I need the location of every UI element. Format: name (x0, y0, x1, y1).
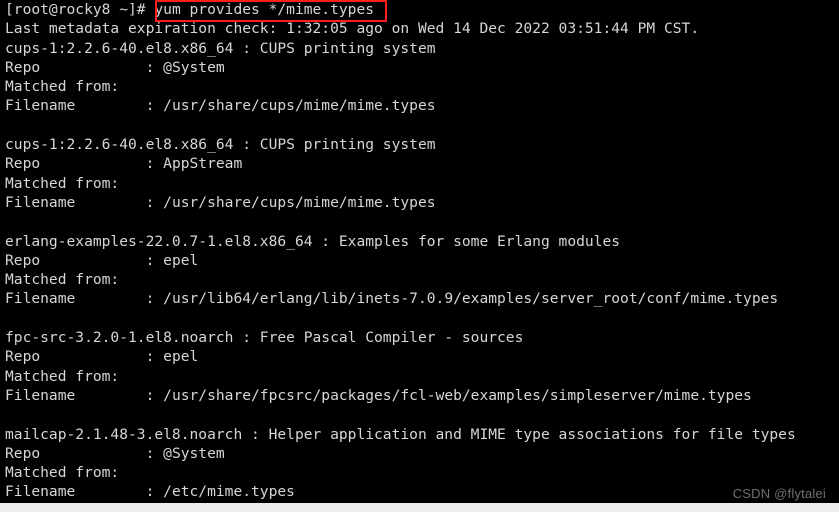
filename-value: /usr/share/cups/mime/mime.types (163, 97, 436, 115)
package-repo-line: Repo : epel (0, 251, 839, 270)
filename-label: Filename : (5, 193, 164, 211)
package-filename-line: Filename : /usr/lib64/erlang/lib/inets-7… (0, 289, 839, 308)
package-filename-line: Filename : /usr/share/cups/mime/mime.typ… (0, 193, 839, 212)
repo-label: Repo : (5, 251, 164, 269)
repo-value: @System (163, 58, 225, 76)
package-header: cups-1:2.2.6-40.el8.x86_64 : CUPS printi… (5, 39, 436, 57)
repo-value: @System (163, 444, 225, 462)
package-header: cups-1:2.2.6-40.el8.x86_64 : CUPS printi… (5, 136, 436, 154)
filename-value: /usr/share/fpcsrc/packages/fcl-web/examp… (163, 386, 752, 404)
package-repo-line: Repo : @System (0, 58, 839, 77)
filename-value: /etc/mime.types (163, 483, 295, 501)
filename-label: Filename : (5, 386, 164, 404)
filename-value: /usr/share/cups/mime/mime.types (163, 193, 436, 211)
package-filename-line: Filename : /etc/mime.types (0, 482, 839, 501)
terminal-window[interactable]: [root@rocky8 ~]# yum provides */mime.typ… (0, 0, 839, 503)
package-repo-line: Repo : AppStream (0, 154, 839, 173)
package-repo-line: Repo : epel (0, 347, 839, 366)
package-repo-line: Repo : @System (0, 444, 839, 463)
shell-prompt: [root@rocky8 ~]# (5, 1, 155, 18)
matched-from-label: Matched from: (5, 271, 120, 289)
repo-label: Repo : (5, 444, 164, 462)
filename-label: Filename : (5, 483, 164, 501)
repo-value: AppStream (163, 155, 243, 173)
package-filename-line: Filename : /usr/share/cups/mime/mime.typ… (0, 96, 839, 115)
matched-from-label: Matched from: (5, 367, 120, 385)
package-filename-line: Filename : /usr/share/fpcsrc/packages/fc… (0, 386, 839, 405)
matched-from-label: Matched from: (5, 174, 120, 192)
filename-label: Filename : (5, 290, 164, 308)
repo-label: Repo : (5, 155, 164, 173)
typed-command[interactable]: yum provides */mime.types (154, 1, 374, 18)
repo-label: Repo : (5, 58, 164, 76)
repo-label: Repo : (5, 348, 164, 366)
terminal-screenshot: [root@rocky8 ~]# yum provides */mime.typ… (0, 0, 839, 512)
package-header: fpc-src-3.2.0-1.el8.noarch : Free Pascal… (5, 329, 524, 347)
filename-value: /usr/lib64/erlang/lib/inets-7.0.9/exampl… (163, 290, 779, 308)
package-header: mailcap-2.1.48-3.el8.noarch : Helper app… (5, 425, 796, 443)
bottom-strip (0, 503, 839, 512)
prompt-line: [root@rocky8 ~]# yum provides */mime.typ… (0, 0, 839, 22)
metadata-status-line: Last metadata expiration check: 1:32:05 … (5, 20, 700, 38)
filename-label: Filename : (5, 97, 164, 115)
matched-from-label: Matched from: (5, 464, 120, 482)
matched-from-label: Matched from: (5, 78, 120, 96)
csdn-watermark: CSDN @flytalei (732, 486, 826, 501)
repo-value: epel (163, 251, 199, 269)
package-header: erlang-examples-22.0.7-1.el8.x86_64 : Ex… (5, 232, 621, 250)
repo-value: epel (163, 348, 199, 366)
